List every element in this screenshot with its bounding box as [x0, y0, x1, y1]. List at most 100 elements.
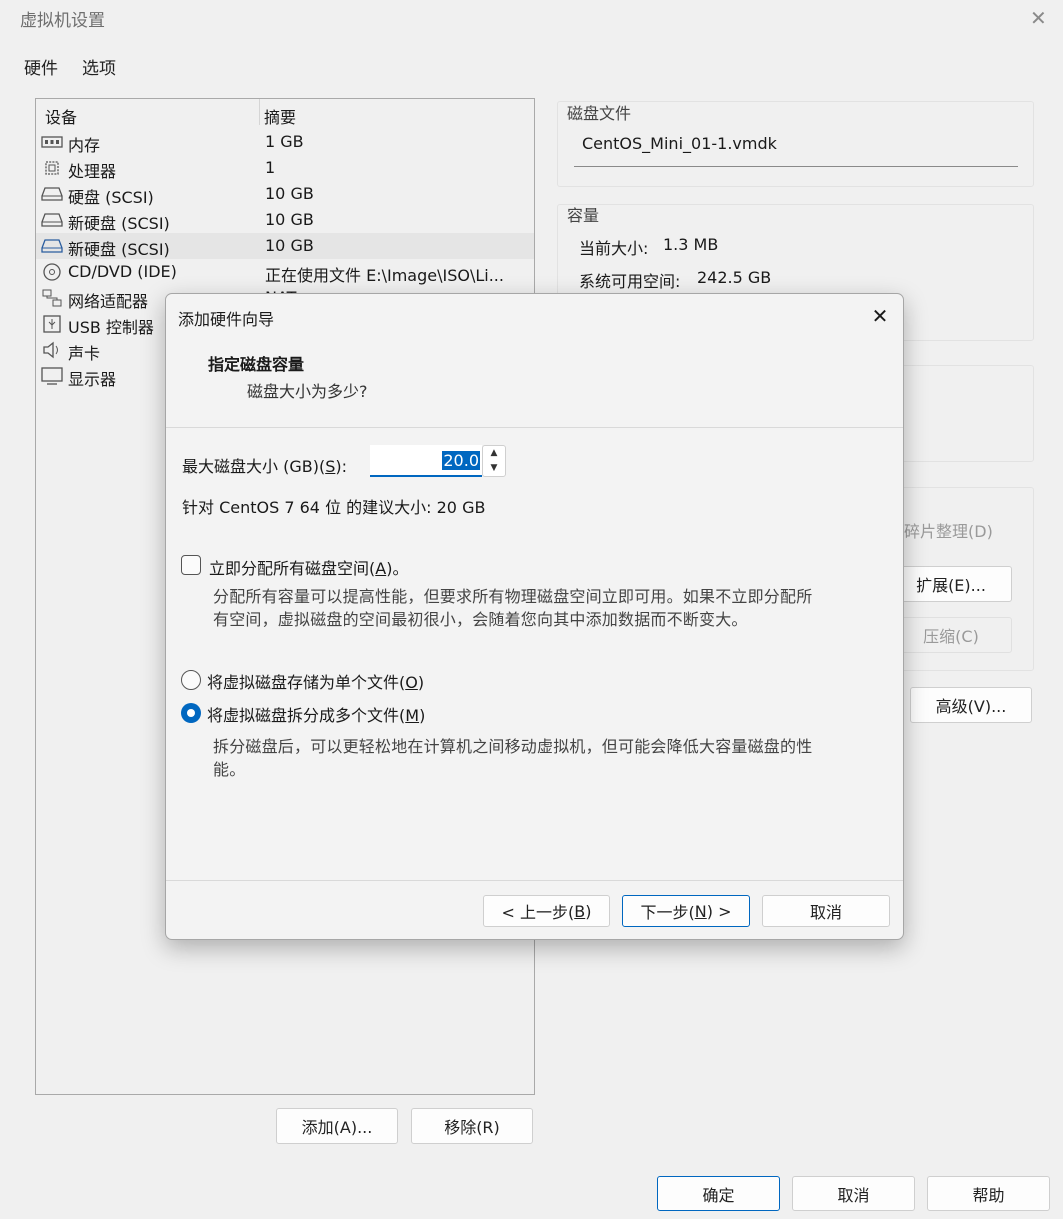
multiple-files-radio[interactable]: [181, 703, 201, 723]
multi-desc-line-2: 能。: [213, 760, 246, 779]
column-device[interactable]: 设备: [45, 104, 77, 128]
network-adapter-icon: [42, 289, 62, 307]
allocate-desc-line-2: 有空间，虚拟磁盘的空间最初很小，会随着您向其中添加数据而不断变大。: [213, 610, 748, 629]
single-file-label-text: 将虚拟磁盘存储为单个文件(: [207, 673, 406, 692]
dialog-close-icon[interactable]: ✕: [866, 302, 894, 330]
hard-disk-icon: [41, 239, 63, 253]
device-row-cd-dvd[interactable]: CD/DVD (IDE) 正在使用文件 E:\Image\ISO\Li...: [36, 259, 534, 285]
device-row-hard-disk[interactable]: 硬盘 (SCSI) 10 GB: [36, 181, 534, 207]
wizard-step-subheading: 磁盘大小为多少?: [247, 382, 368, 401]
add-hardware-wizard-dialog: 添加硬件向导 ✕ 指定磁盘容量 磁盘大小为多少? 最大磁盘大小 (GB)(S):…: [165, 293, 904, 940]
device-summary: 10 GB: [265, 184, 314, 203]
wizard-step-heading: 指定磁盘容量: [208, 355, 305, 374]
expand-button[interactable]: 扩展(E)...: [890, 566, 1012, 602]
column-summary[interactable]: 摘要: [264, 104, 296, 128]
tab-hardware[interactable]: 硬件: [24, 54, 58, 79]
dialog-header: 指定磁盘容量 磁盘大小为多少?: [166, 338, 903, 428]
back-button-accel: B: [574, 901, 586, 921]
recommended-size-text: 针对 CentOS 7 64 位 的建议大小: 20 GB: [182, 498, 486, 517]
device-row-new-hard-disk[interactable]: 新硬盘 (SCSI) 10 GB: [36, 207, 534, 233]
help-button[interactable]: 帮助: [927, 1176, 1050, 1211]
max-size-label-suffix: ):: [335, 457, 347, 476]
device-name: 硬盘 (SCSI): [68, 188, 154, 207]
single-file-label-suffix: ): [417, 673, 425, 692]
allocate-now-label[interactable]: 立即分配所有磁盘空间(A)。: [209, 555, 408, 579]
allocate-desc-line-1: 分配所有容量可以提高性能，但要求所有物理磁盘空间立即可用。如果不立即分配所: [213, 587, 813, 606]
device-name: 声卡: [68, 344, 101, 363]
ok-button[interactable]: 确定: [657, 1176, 780, 1211]
device-row-new-hard-disk-selected[interactable]: 新硬盘 (SCSI) 10 GB: [36, 233, 534, 259]
single-file-label[interactable]: 将虚拟磁盘存储为单个文件(O): [207, 669, 424, 693]
window-close-icon[interactable]: ✕: [1030, 6, 1047, 30]
next-button-accel: N: [694, 901, 707, 921]
device-summary: 1 GB: [265, 132, 304, 151]
usb-icon: [43, 315, 61, 333]
multiple-files-label-suffix: ): [419, 706, 426, 725]
advanced-button[interactable]: 高级(V)...: [910, 687, 1032, 723]
next-button-suffix: ) >: [706, 901, 732, 921]
back-button-suffix: ): [585, 901, 592, 921]
device-name: 显示器: [68, 370, 117, 389]
device-name: USB 控制器: [68, 318, 154, 337]
allocate-now-label-text: 立即分配所有磁盘空间(: [209, 559, 376, 578]
hard-disk-icon: [41, 187, 63, 201]
header-divider: [166, 427, 903, 428]
multi-desc-line-1: 拆分磁盘后，可以更轻松地在计算机之间移动虚拟机，但可能会降低大容量磁盘的性: [213, 737, 813, 756]
disk-file-value[interactable]: CentOS_Mini_01-1.vmdk: [582, 134, 777, 153]
next-button[interactable]: 下一步(N) >: [622, 895, 750, 927]
current-size-label: 当前大小:: [579, 239, 649, 258]
max-size-label-text: 最大磁盘大小 (GB)(: [182, 457, 326, 476]
device-name: 新硬盘 (SCSI): [68, 240, 170, 259]
multiple-files-label-accel: M: [405, 706, 420, 725]
dialog-title: 添加硬件向导: [178, 310, 275, 329]
dialog-titlebar: 添加硬件向导 ✕: [166, 294, 903, 338]
cancel-button[interactable]: 取消: [792, 1176, 915, 1211]
back-button[interactable]: < 上一步(B): [483, 895, 610, 927]
next-button-text: 下一步(: [640, 903, 695, 922]
device-summary: 10 GB: [265, 236, 314, 255]
compact-button[interactable]: 压缩(C): [890, 617, 1012, 653]
cd-dvd-icon: [43, 263, 61, 281]
footer-divider: [166, 880, 903, 881]
allocate-now-description: 分配所有容量可以提高性能，但要求所有物理磁盘空间立即可用。如果不立即分配所 有空…: [213, 585, 812, 631]
multiple-files-description: 拆分磁盘后，可以更轻松地在计算机之间移动虚拟机，但可能会降低大容量磁盘的性 能。: [213, 735, 812, 781]
device-name: 内存: [68, 136, 101, 155]
device-name: 新硬盘 (SCSI): [68, 214, 170, 233]
device-row-processor[interactable]: 处理器 1: [36, 155, 534, 181]
multiple-files-label-text: 将虚拟磁盘拆分成多个文件(: [207, 706, 406, 725]
disk-file-title: 磁盘文件: [567, 104, 632, 123]
memory-icon: [41, 136, 63, 148]
device-list-header: 设备 摘要: [36, 99, 534, 127]
free-space-value: 242.5 GB: [697, 268, 772, 287]
device-summary: 10 GB: [265, 210, 314, 229]
device-name: CD/DVD (IDE): [68, 262, 177, 281]
spin-up-icon[interactable]: ▲: [483, 446, 505, 461]
allocate-now-label-suffix: )。: [386, 559, 409, 578]
add-device-button[interactable]: 添加(A)...: [276, 1108, 398, 1144]
defragment-button[interactable]: 碎片整理(D): [904, 518, 993, 542]
allocate-now-checkbox[interactable]: [181, 555, 201, 575]
cpu-icon: [45, 161, 59, 175]
allocate-now-label-accel: A: [375, 559, 387, 578]
single-file-radio[interactable]: [181, 670, 201, 690]
max-disk-size-stepper[interactable]: ▲ ▼: [482, 445, 506, 477]
wizard-cancel-button[interactable]: 取消: [762, 895, 890, 927]
max-disk-size-input[interactable]: 20.0: [370, 445, 482, 477]
single-file-label-accel: O: [405, 673, 418, 692]
max-disk-size-value[interactable]: 20.0: [442, 451, 480, 470]
window-title: 虚拟机设置: [20, 11, 105, 31]
device-row-memory[interactable]: 内存 1 GB: [36, 129, 534, 155]
free-space-label: 系统可用空间:: [579, 272, 681, 291]
multiple-files-label[interactable]: 将虚拟磁盘拆分成多个文件(M): [207, 702, 425, 726]
spin-down-icon[interactable]: ▼: [483, 461, 505, 476]
device-summary: 正在使用文件 E:\Image\ISO\Li...: [265, 266, 504, 285]
device-name: 网络适配器: [68, 292, 149, 311]
disk-file-underline: [574, 166, 1018, 167]
capacity-title: 容量: [567, 206, 600, 225]
device-summary: 1: [265, 158, 276, 177]
remove-device-button[interactable]: 移除(R): [411, 1108, 533, 1144]
column-divider[interactable]: [259, 99, 260, 125]
back-button-text: < 上一步(: [501, 903, 575, 922]
tab-options[interactable]: 选项: [82, 54, 116, 79]
sound-icon: [43, 341, 58, 359]
